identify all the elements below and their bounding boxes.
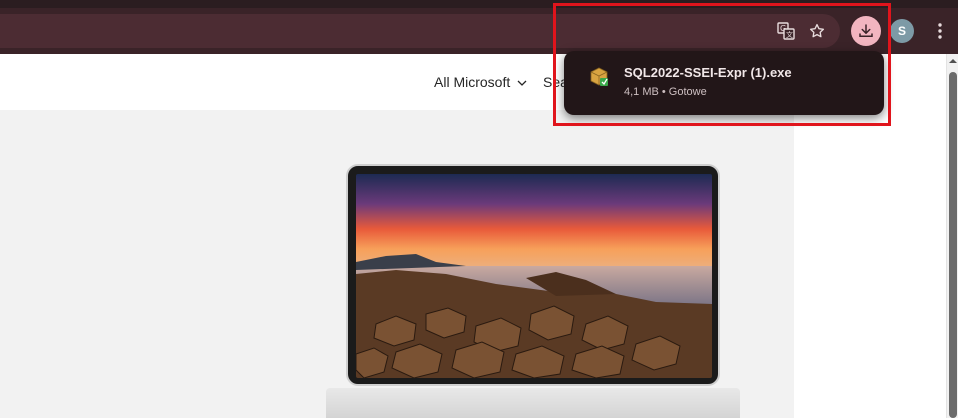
scroll-up-arrow-icon[interactable] (948, 56, 958, 66)
hero-banner (0, 110, 794, 418)
browser-toolbar: G 文 S (0, 8, 958, 54)
chevron-down-icon (517, 80, 527, 86)
profile-avatar[interactable]: S (890, 19, 914, 43)
window-top-strip (0, 0, 958, 8)
svg-text:文: 文 (786, 30, 793, 39)
laptop-keyboard-base (326, 388, 740, 418)
downloads-button[interactable] (851, 16, 881, 46)
download-status: 4,1 MB • Gotowe (624, 86, 707, 98)
search-link[interactable]: Search (543, 74, 565, 90)
scrollbar-thumb[interactable] (949, 72, 957, 418)
profile-initial: S (897, 24, 906, 38)
translate-icon[interactable]: G 文 (771, 16, 801, 46)
laptop-screen-wallpaper (356, 174, 712, 378)
bookmark-star-icon[interactable] (802, 16, 832, 46)
page-scrollbar[interactable] (946, 54, 958, 418)
all-microsoft-menu[interactable]: All Microsoft (434, 74, 527, 90)
download-icon (859, 24, 873, 37)
downloads-popup: SQL2022-SSEI-Expr (1).exe 4,1 MB • Gotow… (564, 51, 884, 115)
installer-package-icon (590, 67, 608, 86)
all-microsoft-label: All Microsoft (434, 74, 511, 90)
address-bar[interactable] (0, 14, 840, 48)
kebab-menu-icon[interactable] (925, 16, 955, 46)
laptop-image (346, 164, 720, 386)
download-file-name[interactable]: SQL2022-SSEI-Expr (1).exe (624, 65, 792, 80)
